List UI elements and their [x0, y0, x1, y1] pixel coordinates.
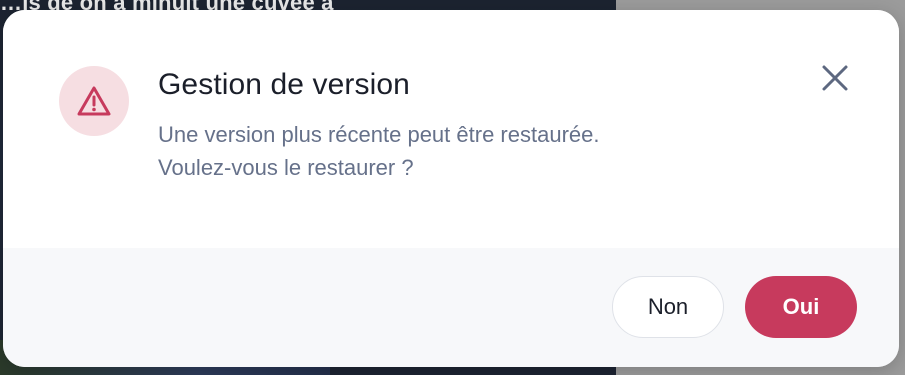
dialog-body: Gestion de version Une version plus réce…: [3, 10, 899, 248]
dialog-message-line-1: Une version plus récente peut être resta…: [158, 122, 600, 147]
version-dialog: Gestion de version Une version plus réce…: [3, 10, 899, 367]
close-icon: [822, 65, 848, 91]
warning-badge: [59, 66, 129, 136]
dialog-message: Une version plus récente peut être resta…: [158, 118, 599, 184]
dialog-footer: Non Oui: [3, 248, 899, 367]
dialog-message-line-2: Voulez-vous le restaurer ?: [158, 155, 414, 180]
no-button[interactable]: Non: [612, 276, 724, 338]
warning-triangle-icon: [77, 86, 111, 116]
yes-button[interactable]: Oui: [745, 276, 857, 338]
close-button[interactable]: [815, 58, 855, 98]
dialog-title: Gestion de version: [158, 68, 410, 101]
